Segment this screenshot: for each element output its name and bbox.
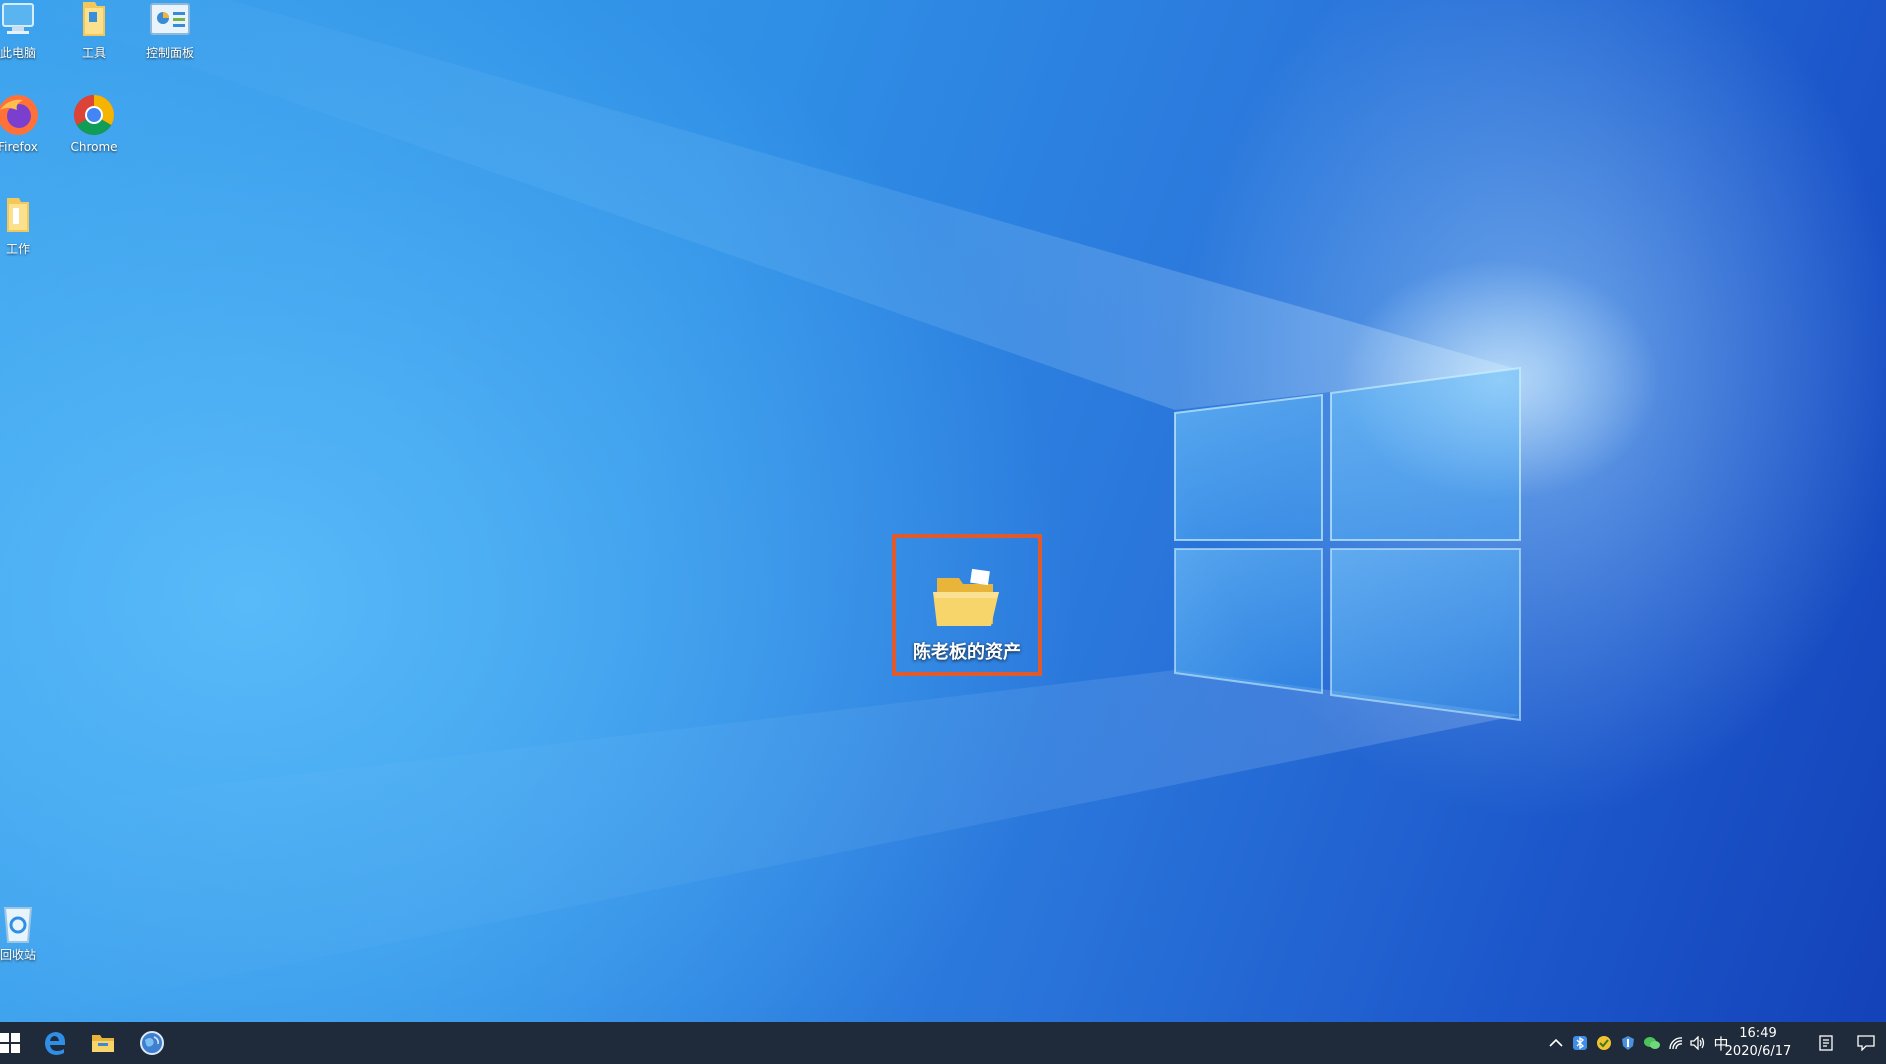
desktop-icon-chrome[interactable]: Chrome	[56, 92, 132, 154]
desktop-icon-label: 此电脑	[0, 46, 36, 60]
volume-speaker-icon[interactable]	[1688, 1033, 1708, 1053]
chrome-icon	[71, 92, 117, 138]
folder-icon	[927, 564, 1007, 634]
start-button[interactable]	[0, 1022, 34, 1064]
clock-time: 16:49	[1739, 1026, 1777, 1041]
bluetooth-tray-icon[interactable]	[1570, 1033, 1590, 1053]
shield-tray-icon[interactable]	[1618, 1033, 1638, 1053]
desktop-icon-recycle-bin[interactable]: 回收站	[0, 900, 56, 962]
folder-icon	[0, 194, 41, 240]
desktop-icon-label: 回收站	[0, 948, 36, 962]
desktop-icon-firefox[interactable]: Firefox	[0, 92, 56, 154]
folder-icon	[71, 0, 117, 44]
desktop-icon-label: 控制面板	[145, 46, 194, 60]
taskbar-edge-button[interactable]	[31, 1022, 79, 1064]
taskbar: 中 16:49 2020/6/17	[0, 1022, 1886, 1064]
desktop-icon-label: 工作	[5, 242, 30, 256]
windows-logo-wallpaper	[0, 0, 1660, 1022]
globe-browser-icon	[140, 1031, 164, 1055]
wechat-tray-icon[interactable]	[1642, 1033, 1662, 1053]
taskbar-browser-button[interactable]	[128, 1022, 176, 1064]
desktop-icon-work-folder[interactable]: 工作	[0, 194, 56, 256]
desktop-icon-label: Chrome	[70, 140, 118, 154]
desktop-icon-control-panel[interactable]: 控制面板	[132, 0, 208, 60]
firefox-icon	[0, 92, 41, 138]
control-panel-icon	[147, 0, 193, 44]
selected-folder-chen-assets[interactable]: 陈老板的资产	[892, 534, 1042, 676]
notes-icon[interactable]	[1816, 1033, 1836, 1053]
desktop-icon-label: Firefox	[0, 140, 38, 154]
desktop-icon-this-pc[interactable]: 此电脑	[0, 0, 56, 60]
selected-folder-label: 陈老板的资产	[913, 642, 1021, 663]
network-wifi-icon[interactable]	[1666, 1033, 1686, 1053]
file-explorer-icon	[92, 1035, 114, 1052]
desktop-icon-label: 工具	[81, 46, 106, 60]
this-pc-icon	[0, 0, 41, 44]
clock-date: 2020/6/17	[1724, 1044, 1792, 1059]
taskbar-file-explorer-button[interactable]	[79, 1022, 127, 1064]
show-hidden-icons-chevron-icon[interactable]	[1546, 1033, 1566, 1053]
security-app-tray-icon[interactable]	[1594, 1033, 1614, 1053]
desktop-icon-tools-folder[interactable]: 工具	[56, 0, 132, 60]
action-center-icon[interactable]	[1856, 1033, 1876, 1053]
desktop-background[interactable]: 此电脑 工具 控制面板 Firefox Chrome 工作 回收站 陈老板的资产	[0, 0, 1886, 1022]
recycle-bin-icon	[0, 900, 41, 946]
taskbar-clock[interactable]: 16:49 2020/6/17	[1716, 1025, 1800, 1061]
edge-browser-icon	[45, 1032, 65, 1055]
windows-start-icon	[0, 1033, 20, 1053]
